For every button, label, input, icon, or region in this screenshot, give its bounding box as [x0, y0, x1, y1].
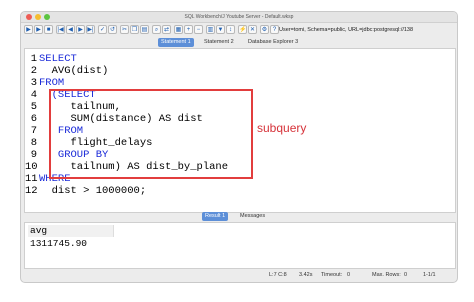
max-rows-label: Max. Rows:	[372, 272, 401, 278]
next-icon[interactable]: ▶	[76, 25, 85, 34]
subquery-highlight-box	[49, 89, 253, 179]
tab-statement-2[interactable]: Statement 2	[201, 38, 237, 47]
sort-icon[interactable]: ↕	[226, 25, 235, 34]
result-grid[interactable]: avg 1311745.90	[24, 222, 456, 269]
code-line: 12 dist > 1000000;	[25, 185, 147, 197]
row-range: 1-1/1	[423, 272, 436, 278]
execute-all-icon[interactable]: ▶	[34, 25, 43, 34]
cut-icon[interactable]: ✂	[120, 25, 129, 34]
cursor-position: L:7 C:8	[269, 272, 287, 278]
tab-statement-1[interactable]: Statement 1	[158, 38, 194, 47]
timeout-label: Timeout:	[321, 272, 343, 278]
tab-result-1[interactable]: Result 1	[202, 212, 229, 221]
filter-icon[interactable]: ▼	[216, 25, 225, 34]
window-title: SQL Workbench/J Youtube Server - Default…	[184, 14, 294, 20]
add-row-icon[interactable]: +	[184, 25, 193, 34]
timeout-value[interactable]: 0	[347, 269, 350, 281]
subquery-annotation: subquery	[257, 121, 307, 135]
execute-icon[interactable]: ▶	[24, 25, 33, 34]
paste-icon[interactable]: ▤	[140, 25, 149, 34]
connection-info: User=tomi, Schema=public, URL=jdbc:postg…	[279, 27, 414, 33]
code-line: 3 FROM	[30, 77, 65, 89]
execution-time: 3.42s	[299, 272, 313, 278]
disconnect-icon[interactable]: ✕	[248, 25, 257, 34]
max-rows-value[interactable]: 0	[404, 269, 407, 281]
result-tabs: Result 1 Messages	[21, 212, 457, 222]
tab-messages[interactable]: Messages	[237, 212, 268, 221]
toolbar: ▶ ▶ ■ |◀ ◀ ▶ ▶| ✓ ↺ ✂ ❐ ▤ ⌕ ⇄ ▦ + − ▥ ▼ …	[21, 23, 457, 37]
table-icon[interactable]: ▥	[206, 25, 215, 34]
delete-row-icon[interactable]: −	[194, 25, 203, 34]
result-cell[interactable]: 1311745.90	[28, 238, 87, 250]
status-bar: L:7 C:8 3.42s Timeout: 0 Max. Rows: 0 1-…	[21, 269, 457, 281]
settings-icon[interactable]: ⚙	[260, 25, 269, 34]
rollback-icon[interactable]: ↺	[108, 25, 117, 34]
sql-editor[interactable]: 1 SELECT 2 AVG(dist) 3 FROM 4 (SELECT 5 ta…	[24, 48, 456, 213]
help-icon[interactable]: ?	[270, 25, 279, 34]
find-icon[interactable]: ⌕	[152, 25, 161, 34]
code-line: 1 SELECT	[30, 53, 77, 65]
column-header-avg[interactable]: avg	[28, 225, 114, 237]
code-line: 2 AVG(dist)	[30, 65, 109, 77]
replace-icon[interactable]: ⇄	[162, 25, 171, 34]
tab-database-explorer[interactable]: Database Explorer 3	[245, 38, 301, 47]
editor-tabs: Statement 1 Statement 2 Database Explore…	[21, 38, 457, 48]
commit-icon[interactable]: ✓	[98, 25, 107, 34]
copy-icon[interactable]: ❐	[130, 25, 139, 34]
last-icon[interactable]: ▶|	[86, 25, 95, 34]
stop-icon[interactable]: ■	[44, 25, 53, 34]
app-window: SQL Workbench/J Youtube Server - Default…	[20, 11, 458, 283]
title-bar: SQL Workbench/J Youtube Server - Default…	[21, 12, 457, 23]
connect-icon[interactable]: ⚡	[238, 25, 247, 34]
save-icon[interactable]: ▦	[174, 25, 183, 34]
previous-icon[interactable]: ◀	[66, 25, 75, 34]
first-icon[interactable]: |◀	[56, 25, 65, 34]
